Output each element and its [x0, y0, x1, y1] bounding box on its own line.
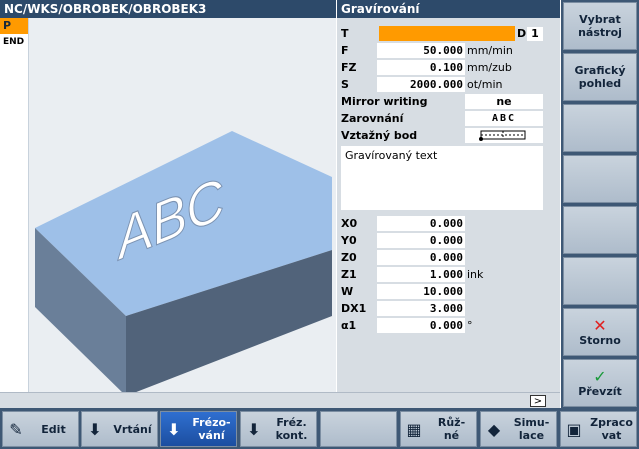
softkey-h7[interactable]: ◆ Simu- lace: [480, 411, 557, 447]
engraving-text-field[interactable]: Gravírovaný text: [341, 146, 543, 210]
coord-field-2[interactable]: 0.000: [377, 250, 465, 265]
softkey-h1[interactable]: ✎ Edit: [2, 411, 79, 447]
status-row: >: [0, 392, 560, 409]
edit-icon: ✎: [9, 419, 23, 439]
softkey-v6[interactable]: [563, 257, 637, 305]
scroll-right-button[interactable]: >: [530, 395, 546, 407]
softkey-h8[interactable]: ▣ Zpraco vat: [560, 411, 637, 447]
engraving-preview: ABC: [35, 131, 332, 392]
coord-field-4[interactable]: 10.000: [377, 284, 465, 299]
coord-row-1: Y0 0.000: [341, 233, 465, 248]
softkey-h2[interactable]: ⬇ Vrtání: [81, 411, 158, 447]
coord-row-6: α1 0.000 °: [341, 318, 473, 333]
softkey-v3[interactable]: [563, 104, 637, 152]
misc-icon: ▦: [406, 419, 422, 439]
drill-icon: ⬇: [88, 419, 102, 439]
softkey-v5[interactable]: [563, 206, 637, 254]
program-block-p[interactable]: P: [0, 18, 28, 34]
simulate-icon: ◆: [487, 419, 501, 439]
contour-icon: ⬇: [247, 419, 261, 439]
feed-fz-field[interactable]: 0.100: [377, 60, 465, 75]
ref-point-row: Vztažný bod: [337, 128, 560, 144]
cancel-button[interactable]: ✕ Storno: [563, 308, 637, 356]
softkey-h4[interactable]: ⬇ Fréz. kont.: [240, 411, 317, 447]
program-block-list: P END: [0, 18, 29, 392]
feed-fz-row: FZ 0.100 mm/zub: [341, 60, 512, 75]
tool-row: T D 1: [337, 26, 560, 42]
cancel-icon: ✕: [593, 315, 607, 335]
coord-field-0[interactable]: 0.000: [377, 216, 465, 231]
coord-field-3[interactable]: 1.000: [377, 267, 465, 282]
softkey-h6[interactable]: ▦ Růž- né: [400, 411, 477, 447]
mill-icon: ⬇: [167, 419, 181, 439]
coord-field-1[interactable]: 0.000: [377, 233, 465, 248]
coord-row-0: X0 0.000: [341, 216, 465, 231]
engraving-form: T D 1 F 50.000 mm/min FZ 0.100 mm/zub S …: [337, 18, 560, 392]
nc-icon: ▣: [566, 419, 582, 439]
graphic-view-button[interactable]: Grafický pohled: [563, 53, 637, 101]
coord-field-6[interactable]: 0.000: [377, 318, 465, 333]
coord-row-3: Z1 1.000 ink: [341, 267, 484, 282]
mirror-select[interactable]: ne: [465, 94, 543, 109]
softkey-h5[interactable]: [320, 411, 397, 447]
feed-f-row: F 50.000 mm/min: [341, 43, 513, 58]
spindle-s-field[interactable]: 2000.000: [377, 77, 465, 92]
coord-field-5[interactable]: 3.000: [377, 301, 465, 316]
program-path: NC/WKS/OBROBEK/OBROBEK3: [0, 0, 336, 18]
accept-button[interactable]: ✓ Převzít: [563, 359, 637, 407]
mirror-row: Mirror writing ne: [337, 94, 560, 110]
form-title: Gravírování: [337, 0, 560, 18]
d-field[interactable]: 1: [527, 27, 543, 41]
softkey-h3[interactable]: ⬇ Frézo- vání: [160, 411, 237, 447]
cnc-screen: NC/WKS/OBROBEK/OBROBEK3 Gravírování P EN…: [0, 0, 639, 449]
coord-row-5: DX1 3.000: [341, 301, 465, 316]
ref-point-select[interactable]: [465, 128, 543, 143]
workpiece-graphic: ABC: [29, 18, 336, 392]
softkey-v4[interactable]: [563, 155, 637, 203]
spindle-s-row: S 2000.000 ot/min: [341, 77, 503, 92]
align-row: Zarovnání ABC: [337, 111, 560, 127]
select-tool-button[interactable]: Vybrat nástroj: [563, 2, 637, 50]
feed-f-field[interactable]: 50.000: [377, 43, 465, 58]
program-block-end[interactable]: END: [0, 34, 28, 50]
align-select[interactable]: ABC: [465, 111, 543, 126]
coord-row-2: Z0 0.000: [341, 250, 465, 265]
horizontal-softkey-bar: ✎ Edit ⬇ Vrtání ⬇ Frézo- vání ⬇ Fréz. kont. ▦ Růž…: [0, 408, 639, 449]
ref-point-icon: [479, 130, 526, 141]
tool-field[interactable]: [379, 26, 515, 41]
vertical-softkey-bar: Vybrat nástroj Grafický pohled ✕ Storno …: [561, 0, 639, 408]
accept-icon: ✓: [593, 366, 607, 386]
coord-row-4: W 10.000: [341, 284, 465, 299]
